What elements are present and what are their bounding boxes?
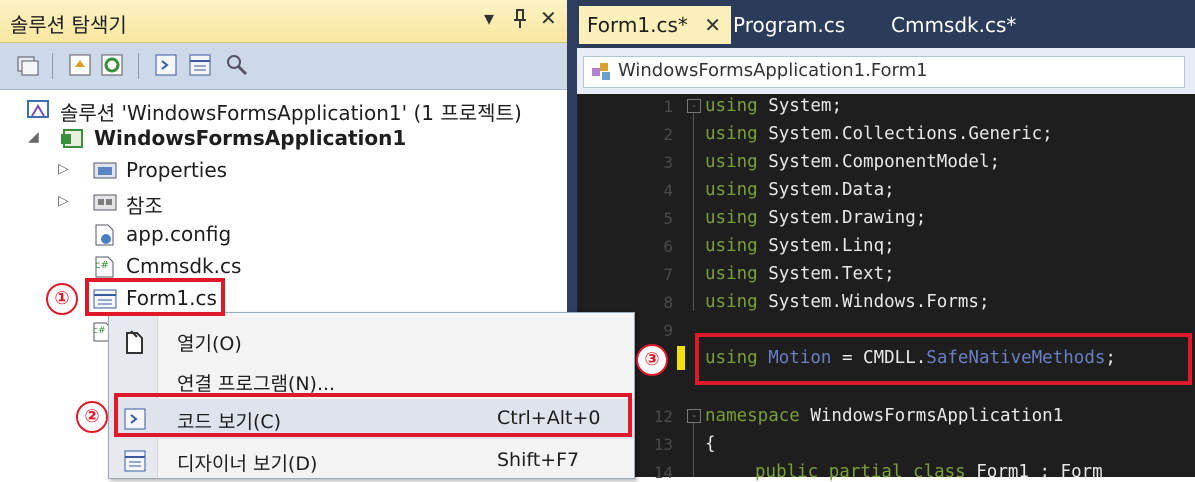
references-folder-icon <box>92 191 117 213</box>
project-label: WindowsFormsApplication1 <box>94 126 407 150</box>
annotation-number-1: ① <box>46 283 78 315</box>
tree-item-app-config[interactable]: app.config <box>56 219 356 249</box>
solution-explorer-toolbar <box>0 43 567 90</box>
tree-item-label: app.config <box>126 222 232 246</box>
menu-item-shortcut: Shift+F7 <box>497 449 580 471</box>
annotation-box-using-line <box>695 333 1192 385</box>
fold-toggle-icon[interactable]: - <box>687 409 701 423</box>
class-icon <box>590 60 614 86</box>
menu-item-label: 디자이너 보기(D) <box>177 453 318 475</box>
tab-form1[interactable]: Form1.cs* ✕ <box>579 6 731 44</box>
tree-item-properties[interactable]: ▷ Properties <box>56 155 356 185</box>
code-line[interactable]: public partial class Form1 : Form <box>755 462 1103 482</box>
document-tab-strip: Form1.cs* ✕ Program.cs Cmmsdk.cs* <box>577 0 1195 48</box>
panel-title: 솔루션 탐색기 <box>10 13 127 37</box>
line-number: 7 <box>663 265 673 284</box>
view-designer-toolbar-icon[interactable] <box>186 51 214 79</box>
tree-item-label: Cmmsdk.cs <box>126 254 242 278</box>
code-line[interactable]: using System.Windows.Forms; <box>705 292 989 312</box>
expanded-arrow-icon[interactable]: ◢ <box>28 129 39 145</box>
solution-icon <box>26 98 50 120</box>
csharp-file-icon: c# <box>92 255 116 278</box>
code-line[interactable]: using System.Data; <box>705 180 895 200</box>
open-file-icon <box>123 329 147 354</box>
tree-item-cmmsdk[interactable]: c# Cmmsdk.cs <box>56 251 356 281</box>
tab-close-icon[interactable]: ✕ <box>704 6 721 44</box>
solution-node[interactable]: 솔루션 'WindowsFormsApplication1' (1 프로젝트) <box>26 94 566 125</box>
toolbar-separator <box>52 53 53 79</box>
solution-label: 솔루션 'WindowsFormsApplication1' (1 프로젝트) <box>60 101 522 125</box>
tab-program[interactable]: Program.cs <box>725 6 853 44</box>
code-line[interactable]: { <box>705 434 716 454</box>
tree-item-label: Properties <box>126 158 228 182</box>
view-designer-icon <box>123 449 147 472</box>
collapsed-arrow-icon[interactable]: ▷ <box>58 161 69 177</box>
svg-text:c#: c# <box>93 326 106 336</box>
line-number: 2 <box>663 125 673 144</box>
line-number: 8 <box>663 293 673 312</box>
collapse-all-icon[interactable] <box>14 51 42 79</box>
menu-item-view-designer[interactable]: 디자이너 보기(D) Shift+F7 <box>109 441 634 481</box>
line-number: 4 <box>663 181 673 200</box>
line-number: 3 <box>663 153 673 172</box>
tab-label: Cmmsdk.cs* <box>891 13 1017 37</box>
code-line[interactable]: using System.Collections.Generic; <box>705 124 1053 144</box>
menu-item-label: 열기(O) <box>177 333 242 355</box>
project-node[interactable]: ◢ WindowsFormsApplication1 <box>26 123 566 153</box>
tree-item-references[interactable]: ▷ 참조 <box>56 187 356 218</box>
fold-toggle-icon[interactable]: - <box>687 99 701 113</box>
toolbar-separator <box>138 53 139 79</box>
close-icon[interactable]: ✕ <box>540 6 557 30</box>
menu-item-label: 연결 프로그램(N)... <box>177 373 336 395</box>
line-number: 1 <box>663 97 673 116</box>
menu-item-open[interactable]: 열기(O) <box>109 321 634 361</box>
properties-folder-icon <box>92 159 117 181</box>
fold-guide <box>693 423 694 477</box>
tree-item-label: 참조 <box>126 194 163 218</box>
tab-label: Form1.cs* <box>587 13 688 37</box>
code-line[interactable]: using System.ComponentModel; <box>705 152 1000 172</box>
class-name: WindowsFormsApplication1.Form1 <box>618 60 928 81</box>
line-number: 5 <box>663 209 673 228</box>
svg-text:c#: c# <box>95 260 109 271</box>
navigation-bar: WindowsFormsApplication1.Form1 <box>577 48 1195 94</box>
refresh-icon[interactable] <box>98 51 126 79</box>
view-code-toolbar-icon[interactable] <box>152 51 180 79</box>
tab-cmmsdk[interactable]: Cmmsdk.cs* <box>883 6 1024 44</box>
pin-icon[interactable] <box>512 8 528 35</box>
dropdown-icon[interactable]: ▾ <box>484 6 494 30</box>
code-line[interactable]: using System.Drawing; <box>705 208 926 228</box>
code-line[interactable]: using System.Linq; <box>705 236 895 256</box>
collapsed-arrow-icon[interactable]: ▷ <box>58 193 69 209</box>
annotation-box-view-code <box>114 393 632 437</box>
code-line[interactable]: namespace WindowsFormsApplication1 <box>705 406 1063 426</box>
tab-label: Program.cs <box>733 13 846 37</box>
change-marker <box>677 346 685 370</box>
code-line[interactable]: using System; <box>705 96 842 116</box>
annotation-box-form1 <box>85 278 225 316</box>
class-diagram-icon[interactable] <box>222 51 250 79</box>
line-number: 6 <box>663 237 673 256</box>
code-line[interactable]: using System.Text; <box>705 264 895 284</box>
config-file-icon <box>92 223 116 246</box>
annotation-number-3: ③ <box>636 344 668 376</box>
properties-icon[interactable] <box>66 51 94 79</box>
solution-explorer-titlebar: 솔루션 탐색기 ▾ ✕ <box>0 0 567 43</box>
fold-guide <box>693 113 694 311</box>
class-dropdown[interactable]: WindowsFormsApplication1.Form1 <box>583 56 1185 88</box>
code-editor: Form1.cs* ✕ Program.cs Cmmsdk.cs* Window… <box>577 0 1195 482</box>
project-icon <box>60 127 84 149</box>
annotation-number-2: ② <box>76 401 108 433</box>
